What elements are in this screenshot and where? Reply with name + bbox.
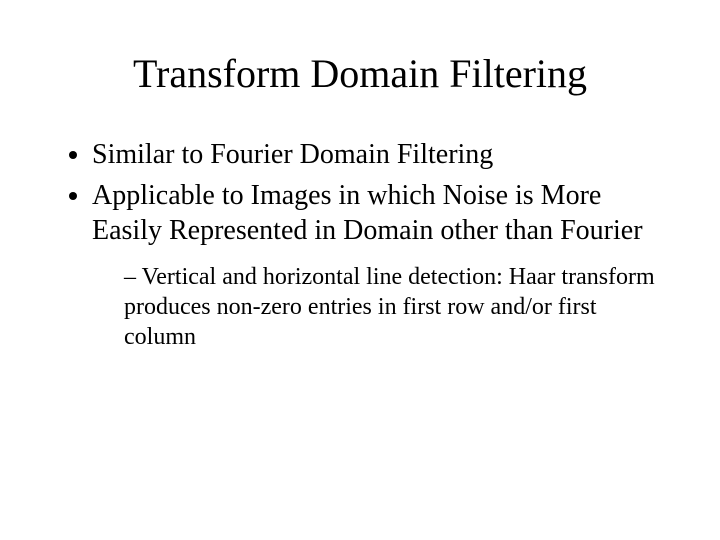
list-item: Applicable to Images in which Noise is M…: [92, 178, 670, 352]
sub-bullet-list: Vertical and horizontal line detection: …: [92, 262, 670, 352]
list-item: Vertical and horizontal line detection: …: [124, 262, 670, 352]
slide-title: Transform Domain Filtering: [50, 50, 670, 97]
bullet-list: Similar to Fourier Domain Filtering Appl…: [50, 137, 670, 352]
list-item: Similar to Fourier Domain Filtering: [92, 137, 670, 172]
slide: Transform Domain Filtering Similar to Fo…: [0, 0, 720, 540]
list-item-text: Applicable to Images in which Noise is M…: [92, 180, 643, 246]
